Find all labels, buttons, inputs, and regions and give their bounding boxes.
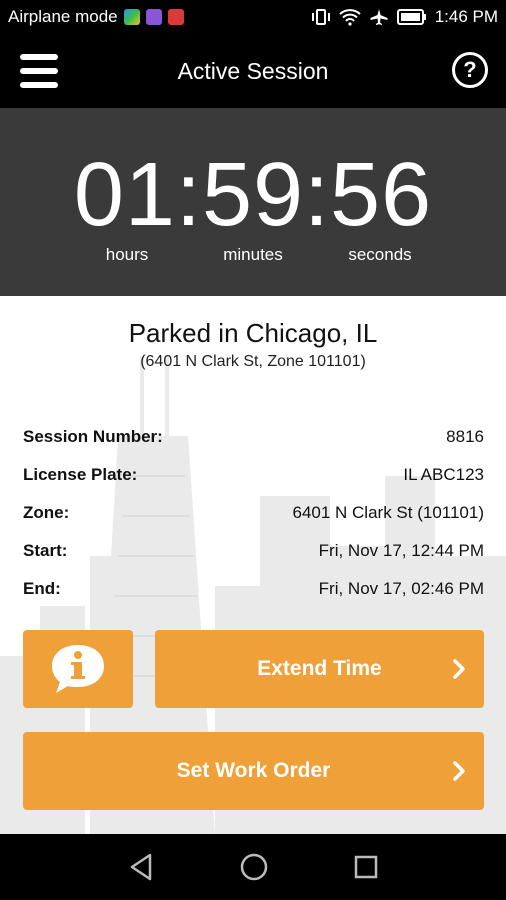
status-bar: Airplane mode 1:46 PM (0, 0, 506, 34)
detail-row-start: Start: Fri, Nov 17, 12:44 PM (23, 532, 484, 570)
location-header: Parked in Chicago, IL (6401 N Clark St, … (0, 318, 506, 371)
system-navigation-bar (0, 834, 506, 900)
wifi-icon (339, 9, 361, 26)
battery-icon (396, 9, 426, 25)
vibrate-icon (311, 9, 330, 25)
airplane-icon (370, 9, 388, 25)
menu-icon[interactable] (20, 54, 58, 88)
detail-value: 8816 (446, 427, 484, 446)
set-work-order-label: Set Work Order (176, 759, 331, 782)
detail-value: Fri, Nov 17, 12:44 PM (318, 541, 484, 560)
detail-label: Session Number: (23, 427, 163, 446)
chevron-right-icon (453, 761, 465, 781)
recents-icon[interactable] (353, 852, 379, 882)
detail-row-session-number: Session Number: 8816 (23, 418, 484, 456)
detail-label: Start: (23, 541, 68, 560)
detail-row-end: End: Fri, Nov 17, 02:46 PM (23, 570, 484, 608)
detail-value: 6401 N Clark St (101101) (292, 503, 484, 522)
detail-value: Fri, Nov 17, 02:46 PM (318, 579, 484, 598)
info-button[interactable] (23, 630, 133, 708)
timer-panel: 01:59:56 hours minutes seconds (0, 108, 506, 296)
detail-row-license-plate: License Plate: IL ABC123 (23, 456, 484, 494)
status-time: 1:46 PM (434, 7, 498, 26)
extend-time-button[interactable]: Extend Time (155, 630, 484, 708)
countdown-timer: 01:59:56 (73, 145, 433, 245)
purple-app-icon (145, 9, 162, 25)
chevron-right-icon (453, 659, 465, 679)
detail-value: IL ABC123 (403, 465, 484, 484)
detail-label: License Plate: (23, 465, 138, 484)
session-details-panel: Parked in Chicago, IL (6401 N Clark St, … (0, 296, 506, 834)
detail-label: End: (23, 579, 61, 598)
location-title: Parked in Chicago, IL (128, 318, 378, 348)
back-icon[interactable] (128, 852, 154, 882)
location-subtitle: (6401 N Clark St, Zone 101101) (140, 353, 366, 370)
set-work-order-button[interactable]: Set Work Order (23, 732, 484, 810)
extend-time-label: Extend Time (257, 657, 382, 680)
page-title: Active Session (177, 57, 329, 84)
help-icon[interactable]: ? (452, 52, 488, 88)
details-list: Session Number: 8816 License Plate: IL A… (23, 418, 484, 608)
airplane-mode-label: Airplane mode (8, 7, 118, 26)
app-notification-icon (123, 9, 140, 25)
detail-label: Zone: (23, 503, 70, 522)
minutes-label: minutes (223, 245, 283, 264)
info-icon (52, 645, 104, 693)
home-icon[interactable] (239, 852, 269, 882)
app-bar: Active Session ? (0, 34, 506, 108)
seconds-label: seconds (348, 245, 412, 264)
mail-icon (167, 9, 184, 25)
detail-row-zone: Zone: 6401 N Clark St (101101) (23, 494, 484, 532)
hours-label: hours (105, 245, 149, 264)
